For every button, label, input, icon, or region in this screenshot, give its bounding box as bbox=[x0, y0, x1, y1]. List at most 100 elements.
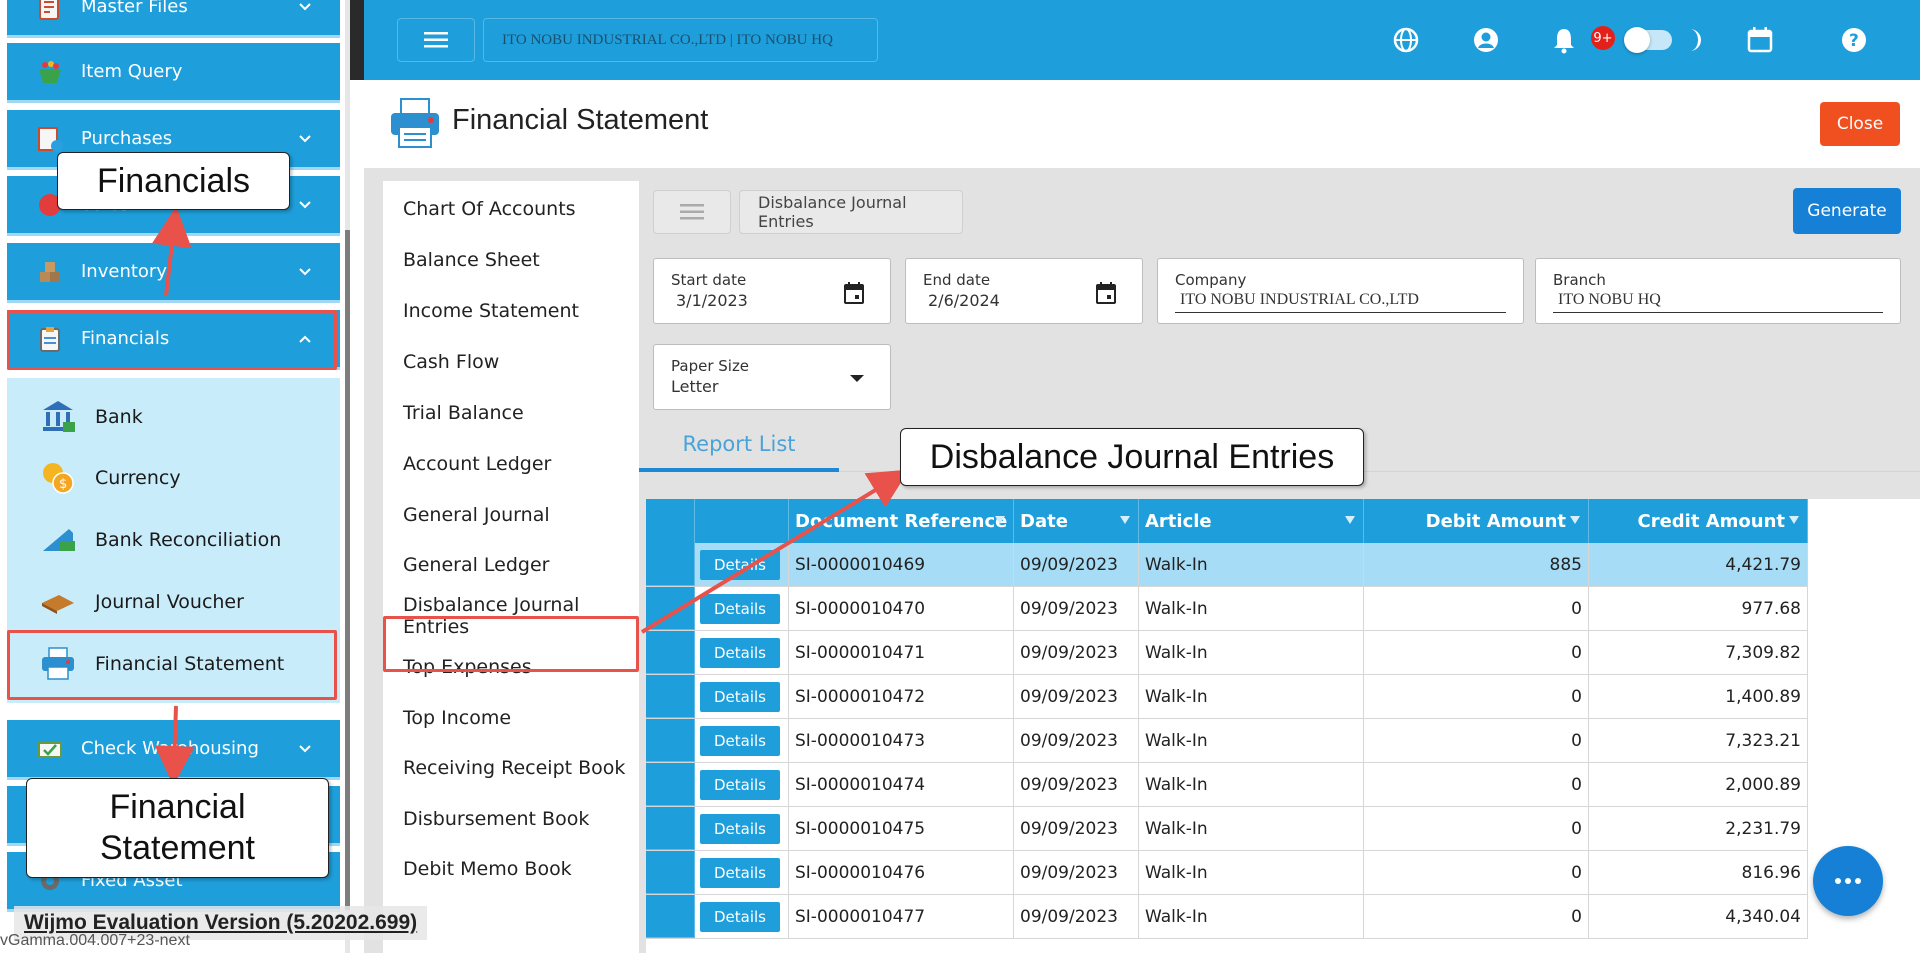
report-menu-button[interactable] bbox=[653, 190, 731, 234]
row-header[interactable] bbox=[646, 807, 695, 850]
report-nav-top-expenses[interactable]: Top Expenses bbox=[383, 642, 639, 692]
report-nav-debit-memo-book[interactable]: Debit Memo Book bbox=[383, 844, 639, 894]
document-reference-cell[interactable]: SI-0000010471 bbox=[789, 631, 1014, 674]
debit-amount-cell[interactable]: 0 bbox=[1364, 631, 1589, 674]
end-date-field[interactable]: End date 2/6/2024 bbox=[905, 258, 1143, 324]
report-nav-receiving-receipt-book[interactable]: Receiving Receipt Book bbox=[383, 743, 639, 793]
tab-report-list[interactable]: Report List bbox=[639, 420, 839, 472]
row-header[interactable] bbox=[646, 675, 695, 718]
user-account-icon[interactable] bbox=[1470, 24, 1502, 56]
close-button[interactable]: Close bbox=[1820, 102, 1900, 146]
date-cell[interactable]: 09/09/2023 bbox=[1014, 719, 1139, 762]
menu-toggle-button[interactable] bbox=[397, 18, 475, 62]
start-date-field[interactable]: Start date 3/1/2023 bbox=[653, 258, 891, 324]
generate-button[interactable]: Generate bbox=[1793, 188, 1901, 234]
article-cell[interactable]: Walk-In bbox=[1139, 543, 1364, 586]
sidebar-item-inventory[interactable]: Inventory bbox=[7, 243, 340, 303]
debit-amount-cell[interactable]: 0 bbox=[1364, 763, 1589, 806]
document-reference-cell[interactable]: SI-0000010470 bbox=[789, 587, 1014, 630]
sidebar-item-master-files[interactable]: Master Files bbox=[7, 0, 340, 38]
report-nav-chart-of-accounts[interactable]: Chart Of Accounts bbox=[383, 184, 639, 234]
grid-header-credit-amount[interactable]: Credit Amount bbox=[1589, 499, 1808, 543]
document-reference-cell[interactable]: SI-0000010475 bbox=[789, 807, 1014, 850]
credit-amount-cell[interactable]: 816.96 bbox=[1589, 851, 1808, 894]
credit-amount-cell[interactable]: 1,400.89 bbox=[1589, 675, 1808, 718]
more-actions-fab[interactable] bbox=[1813, 846, 1883, 916]
report-nav-disbalance-journal-entries[interactable]: Disbalance Journal Entries bbox=[383, 591, 639, 641]
table-row[interactable]: Details SI-0000010476 09/09/2023 Walk-In… bbox=[646, 851, 1808, 895]
document-reference-cell[interactable]: SI-0000010472 bbox=[789, 675, 1014, 718]
article-cell[interactable]: Walk-In bbox=[1139, 587, 1364, 630]
credit-amount-cell[interactable]: 2,231.79 bbox=[1589, 807, 1808, 850]
row-header[interactable] bbox=[646, 763, 695, 806]
grid-header-document-reference[interactable]: Document Reference bbox=[789, 499, 1014, 543]
table-row[interactable]: Details SI-0000010469 09/09/2023 Walk-In… bbox=[646, 543, 1808, 587]
credit-amount-cell[interactable]: 4,340.04 bbox=[1589, 895, 1808, 938]
date-cell[interactable]: 09/09/2023 bbox=[1014, 851, 1139, 894]
row-header[interactable] bbox=[646, 719, 695, 762]
debit-amount-cell[interactable]: 0 bbox=[1364, 807, 1589, 850]
date-cell[interactable]: 09/09/2023 bbox=[1014, 675, 1139, 718]
credit-amount-cell[interactable]: 2,000.89 bbox=[1589, 763, 1808, 806]
date-cell[interactable]: 09/09/2023 bbox=[1014, 631, 1139, 674]
row-header[interactable] bbox=[646, 895, 695, 938]
grid-header-article[interactable]: Article bbox=[1139, 499, 1364, 543]
sidebar-subitem-bank[interactable]: Bank bbox=[7, 389, 340, 445]
table-row[interactable]: Details SI-0000010472 09/09/2023 Walk-In… bbox=[646, 675, 1808, 719]
credit-amount-cell[interactable]: 977.68 bbox=[1589, 587, 1808, 630]
sidebar-subitem-currency[interactable]: $ Currency bbox=[7, 450, 340, 506]
report-nav-balance-sheet[interactable]: Balance Sheet bbox=[383, 235, 639, 285]
sidebar-subitem-financial-statement[interactable]: Financial Statement bbox=[7, 636, 340, 692]
debit-amount-cell[interactable]: 0 bbox=[1364, 895, 1589, 938]
filter-icon[interactable] bbox=[995, 516, 1005, 524]
date-cell[interactable]: 09/09/2023 bbox=[1014, 807, 1139, 850]
details-button[interactable]: Details bbox=[700, 593, 780, 624]
sidebar-subitem-journal-voucher[interactable]: Journal Voucher bbox=[7, 574, 340, 630]
debit-amount-cell[interactable]: 0 bbox=[1364, 719, 1589, 762]
paper-size-select[interactable]: Paper Size Letter bbox=[653, 344, 891, 410]
table-row[interactable]: Details SI-0000010474 09/09/2023 Walk-In… bbox=[646, 763, 1808, 807]
grid-header-debit-amount[interactable]: Debit Amount bbox=[1364, 499, 1589, 543]
row-header[interactable] bbox=[646, 851, 695, 894]
globe-icon[interactable] bbox=[1390, 24, 1422, 56]
debit-amount-cell[interactable]: 0 bbox=[1364, 675, 1589, 718]
details-button[interactable]: Details bbox=[700, 681, 780, 712]
report-nav-trial-balance[interactable]: Trial Balance bbox=[383, 388, 639, 438]
article-cell[interactable]: Walk-In bbox=[1139, 807, 1364, 850]
sidebar-scrollbar-thumb[interactable] bbox=[345, 230, 350, 910]
article-cell[interactable]: Walk-In bbox=[1139, 675, 1364, 718]
debit-amount-cell[interactable]: 0 bbox=[1364, 587, 1589, 630]
table-row[interactable]: Details SI-0000010477 09/09/2023 Walk-In… bbox=[646, 895, 1808, 939]
article-cell[interactable]: Walk-In bbox=[1139, 631, 1364, 674]
theme-toggle[interactable] bbox=[1624, 27, 1672, 53]
details-button[interactable]: Details bbox=[700, 813, 780, 844]
document-reference-cell[interactable]: SI-0000010477 bbox=[789, 895, 1014, 938]
report-nav-general-ledger[interactable]: General Ledger bbox=[383, 540, 639, 590]
debit-amount-cell[interactable]: 0 bbox=[1364, 851, 1589, 894]
sidebar-item-item-query[interactable]: Item Query bbox=[7, 43, 340, 103]
details-button[interactable]: Details bbox=[700, 637, 780, 668]
document-reference-cell[interactable]: SI-0000010473 bbox=[789, 719, 1014, 762]
date-cell[interactable]: 09/09/2023 bbox=[1014, 895, 1139, 938]
date-cell[interactable]: 09/09/2023 bbox=[1014, 543, 1139, 586]
credit-amount-cell[interactable]: 7,323.21 bbox=[1589, 719, 1808, 762]
calendar-icon[interactable] bbox=[843, 281, 865, 305]
table-row[interactable]: Details SI-0000010475 09/09/2023 Walk-In… bbox=[646, 807, 1808, 851]
company-field[interactable]: Company ITO NOBU INDUSTRIAL CO.,LTD bbox=[1157, 258, 1524, 324]
table-row[interactable]: Details SI-0000010470 09/09/2023 Walk-In… bbox=[646, 587, 1808, 631]
row-header[interactable] bbox=[646, 631, 695, 674]
date-cell[interactable]: 09/09/2023 bbox=[1014, 763, 1139, 806]
details-button[interactable]: Details bbox=[700, 769, 780, 800]
table-row[interactable]: Details SI-0000010473 09/09/2023 Walk-In… bbox=[646, 719, 1808, 763]
row-header[interactable] bbox=[646, 543, 695, 586]
filter-icon[interactable] bbox=[1345, 516, 1355, 524]
help-icon[interactable]: ? bbox=[1838, 24, 1870, 56]
report-nav-income-statement[interactable]: Income Statement bbox=[383, 286, 639, 336]
row-header[interactable] bbox=[646, 587, 695, 630]
calendar-icon[interactable] bbox=[1095, 281, 1117, 305]
details-button[interactable]: Details bbox=[700, 857, 780, 888]
notification-bell-icon[interactable] bbox=[1548, 24, 1580, 56]
table-row[interactable]: Details SI-0000010471 09/09/2023 Walk-In… bbox=[646, 631, 1808, 675]
document-reference-cell[interactable]: SI-0000010476 bbox=[789, 851, 1014, 894]
grid-header-date[interactable]: Date bbox=[1014, 499, 1139, 543]
